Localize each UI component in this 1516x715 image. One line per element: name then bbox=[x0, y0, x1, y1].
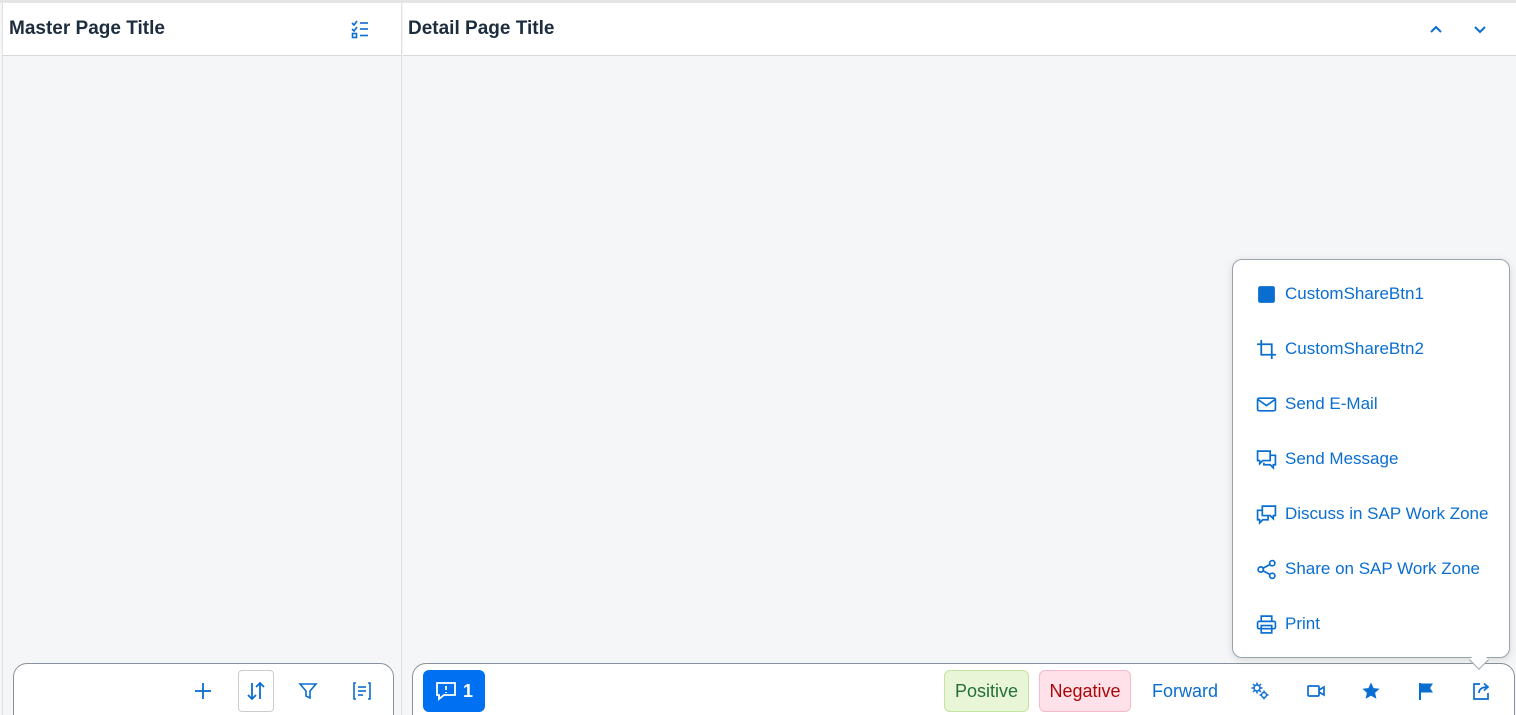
settings-button[interactable] bbox=[1242, 670, 1278, 712]
menu-item-label: Send Message bbox=[1285, 449, 1399, 468]
favorite-icon bbox=[1362, 682, 1380, 699]
add-icon bbox=[195, 683, 211, 699]
settings-icon bbox=[1251, 682, 1269, 700]
next-item-button[interactable] bbox=[1462, 11, 1498, 47]
flag-icon bbox=[1419, 683, 1433, 700]
menu-item-send-email[interactable]: Send E-Mail bbox=[1233, 382, 1509, 426]
message-count: 1 bbox=[462, 680, 473, 701]
crop-icon bbox=[1257, 339, 1276, 359]
negative-button[interactable]: Negative bbox=[1039, 670, 1131, 712]
group-icon bbox=[353, 682, 371, 700]
menu-item-share-sap-work-zone[interactable]: Share on SAP Work Zone bbox=[1233, 547, 1509, 591]
message-popup-icon bbox=[436, 682, 456, 701]
menu-item-label: Discuss in SAP Work Zone bbox=[1285, 504, 1489, 523]
messages-button[interactable]: 1 bbox=[423, 670, 485, 712]
menu-item-label: Print bbox=[1285, 614, 1320, 633]
detail-footer-toolbar: 1 Positive Negative Forward bbox=[412, 663, 1515, 715]
discussion-icon bbox=[1256, 504, 1277, 525]
chevron-down-icon bbox=[1474, 26, 1486, 34]
share-icon bbox=[1473, 682, 1490, 700]
menu-item-discuss-sap-work-zone[interactable]: Discuss in SAP Work Zone bbox=[1233, 492, 1509, 536]
group-button[interactable] bbox=[344, 670, 380, 712]
menu-item-customsharebtn1[interactable]: CustomShareBtn1 bbox=[1233, 272, 1509, 316]
square-icon bbox=[1258, 285, 1275, 303]
add-button[interactable] bbox=[185, 670, 221, 712]
flag-button[interactable] bbox=[1408, 670, 1444, 712]
master-page: Master Page Title bbox=[2, 3, 402, 715]
menu-item-label: Send E-Mail bbox=[1285, 394, 1378, 413]
menu-item-send-message[interactable]: Send Message bbox=[1233, 437, 1509, 481]
sort-icon bbox=[247, 681, 265, 701]
share-button[interactable] bbox=[1463, 670, 1499, 712]
email-icon bbox=[1256, 396, 1277, 412]
sort-button[interactable] bbox=[238, 670, 274, 712]
filter-icon bbox=[298, 683, 318, 700]
menu-item-label: CustomShareBtn1 bbox=[1285, 284, 1424, 303]
chevron-up-icon bbox=[1430, 25, 1442, 33]
detail-page-title: Detail Page Title bbox=[408, 18, 555, 39]
share-menu-popover: CustomShareBtn1 CustomShareBtn2 Send E-M… bbox=[1232, 259, 1510, 670]
print-icon bbox=[1256, 614, 1277, 634]
detail-header: Detail Page Title bbox=[403, 3, 1516, 56]
previous-item-button[interactable] bbox=[1418, 11, 1454, 47]
video-icon bbox=[1307, 685, 1325, 697]
forward-button[interactable]: Forward bbox=[1145, 670, 1225, 712]
menu-item-label: CustomShareBtn2 bbox=[1285, 339, 1424, 358]
menu-item-label: Share on SAP Work Zone bbox=[1285, 559, 1480, 578]
master-page-title: Master Page Title bbox=[9, 18, 165, 39]
multi-select-button[interactable] bbox=[342, 11, 378, 47]
message-icon bbox=[1256, 449, 1277, 470]
app: Master Page Title Detail Page Title 1 Po… bbox=[0, 0, 1516, 715]
menu-item-print[interactable]: Print bbox=[1233, 602, 1509, 646]
menu-item-customsharebtn2[interactable]: CustomShareBtn2 bbox=[1233, 327, 1509, 371]
video-button[interactable] bbox=[1298, 670, 1334, 712]
master-footer-toolbar bbox=[13, 663, 394, 715]
master-header: Master Page Title bbox=[3, 3, 401, 56]
share-network-icon bbox=[1257, 559, 1276, 579]
positive-button[interactable]: Positive bbox=[944, 670, 1029, 712]
multi-select-icon bbox=[351, 20, 368, 39]
favorite-button[interactable] bbox=[1353, 670, 1389, 712]
filter-button[interactable] bbox=[290, 670, 326, 712]
